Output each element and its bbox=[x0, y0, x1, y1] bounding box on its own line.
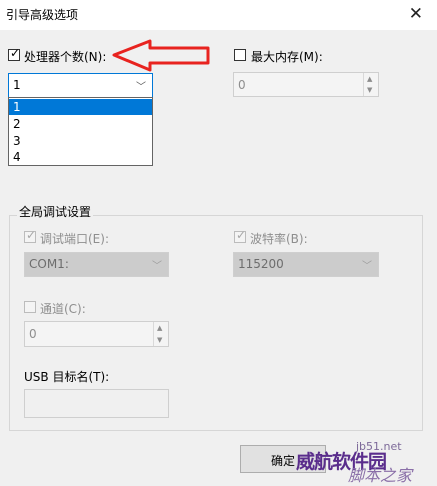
stepper-down-icon[interactable]: ▼ bbox=[367, 86, 372, 94]
channel-stepper[interactable]: 0 ▲ ▼ bbox=[24, 321, 169, 347]
stepper-up-icon[interactable]: ▲ bbox=[157, 324, 162, 332]
baud-rate-value: 115200 bbox=[238, 257, 284, 271]
chevron-down-icon[interactable]: ﹀ bbox=[362, 257, 372, 272]
channel-label: 通道(C): bbox=[40, 302, 86, 316]
processors-combobox[interactable]: 1 ﹀ bbox=[8, 73, 153, 98]
processors-label: 处理器个数(N): bbox=[24, 50, 107, 64]
debug-port-checkbox[interactable]: ✓ bbox=[24, 228, 36, 243]
debug-port-value: COM1: bbox=[29, 257, 69, 271]
dropdown-option[interactable]: 2 bbox=[9, 116, 152, 132]
dropdown-option[interactable]: 3 bbox=[9, 133, 152, 149]
usb-target-field[interactable] bbox=[24, 389, 169, 418]
max-memory-value: 0 bbox=[238, 78, 246, 92]
watermark-sitename: 脚本之家 bbox=[348, 466, 413, 485]
baud-rate-combobox[interactable]: 115200 ﹀ bbox=[233, 252, 379, 277]
dropdown-option[interactable]: 1 bbox=[9, 99, 152, 115]
processors-selected-value: 1 bbox=[13, 78, 21, 92]
ok-button-label: 确定 bbox=[271, 454, 296, 468]
close-icon[interactable]: ✕ bbox=[409, 3, 423, 25]
baud-rate-checkbox[interactable]: ✓ bbox=[234, 228, 246, 243]
chevron-down-icon[interactable]: ﹀ bbox=[152, 257, 162, 272]
debug-port-label: 调试端口(E): bbox=[40, 232, 109, 246]
baud-rate-label: 波特率(B): bbox=[250, 232, 308, 246]
stepper-up-icon[interactable]: ▲ bbox=[367, 75, 372, 83]
debug-port-combobox[interactable]: COM1: ﹀ bbox=[24, 252, 169, 277]
title-bar: 引导高级选项 ✕ bbox=[0, 0, 437, 30]
max-memory-stepper-buttons[interactable]: ▲ ▼ bbox=[363, 73, 378, 96]
max-memory-stepper[interactable]: 0 ▲ ▼ bbox=[233, 72, 379, 97]
channel-stepper-buttons[interactable]: ▲ ▼ bbox=[153, 322, 168, 346]
max-memory-label: 最大内存(M): bbox=[251, 50, 323, 64]
chevron-down-icon[interactable]: ﹀ bbox=[136, 78, 146, 93]
debug-settings-group-title: 全局调试设置 bbox=[17, 203, 94, 220]
dropdown-option[interactable]: 4 bbox=[9, 149, 152, 165]
channel-checkbox[interactable] bbox=[24, 301, 36, 313]
window-title: 引导高级选项 bbox=[6, 8, 79, 22]
processors-checkbox[interactable]: ✓ bbox=[8, 46, 20, 61]
channel-value: 0 bbox=[29, 327, 37, 341]
stepper-down-icon[interactable]: ▼ bbox=[157, 336, 162, 344]
usb-target-label: USB 目标名(T): bbox=[24, 370, 110, 384]
red-arrow-annotation bbox=[112, 39, 210, 72]
processors-dropdown-list: 1 2 3 4 bbox=[8, 97, 153, 166]
max-memory-checkbox[interactable] bbox=[234, 49, 246, 61]
